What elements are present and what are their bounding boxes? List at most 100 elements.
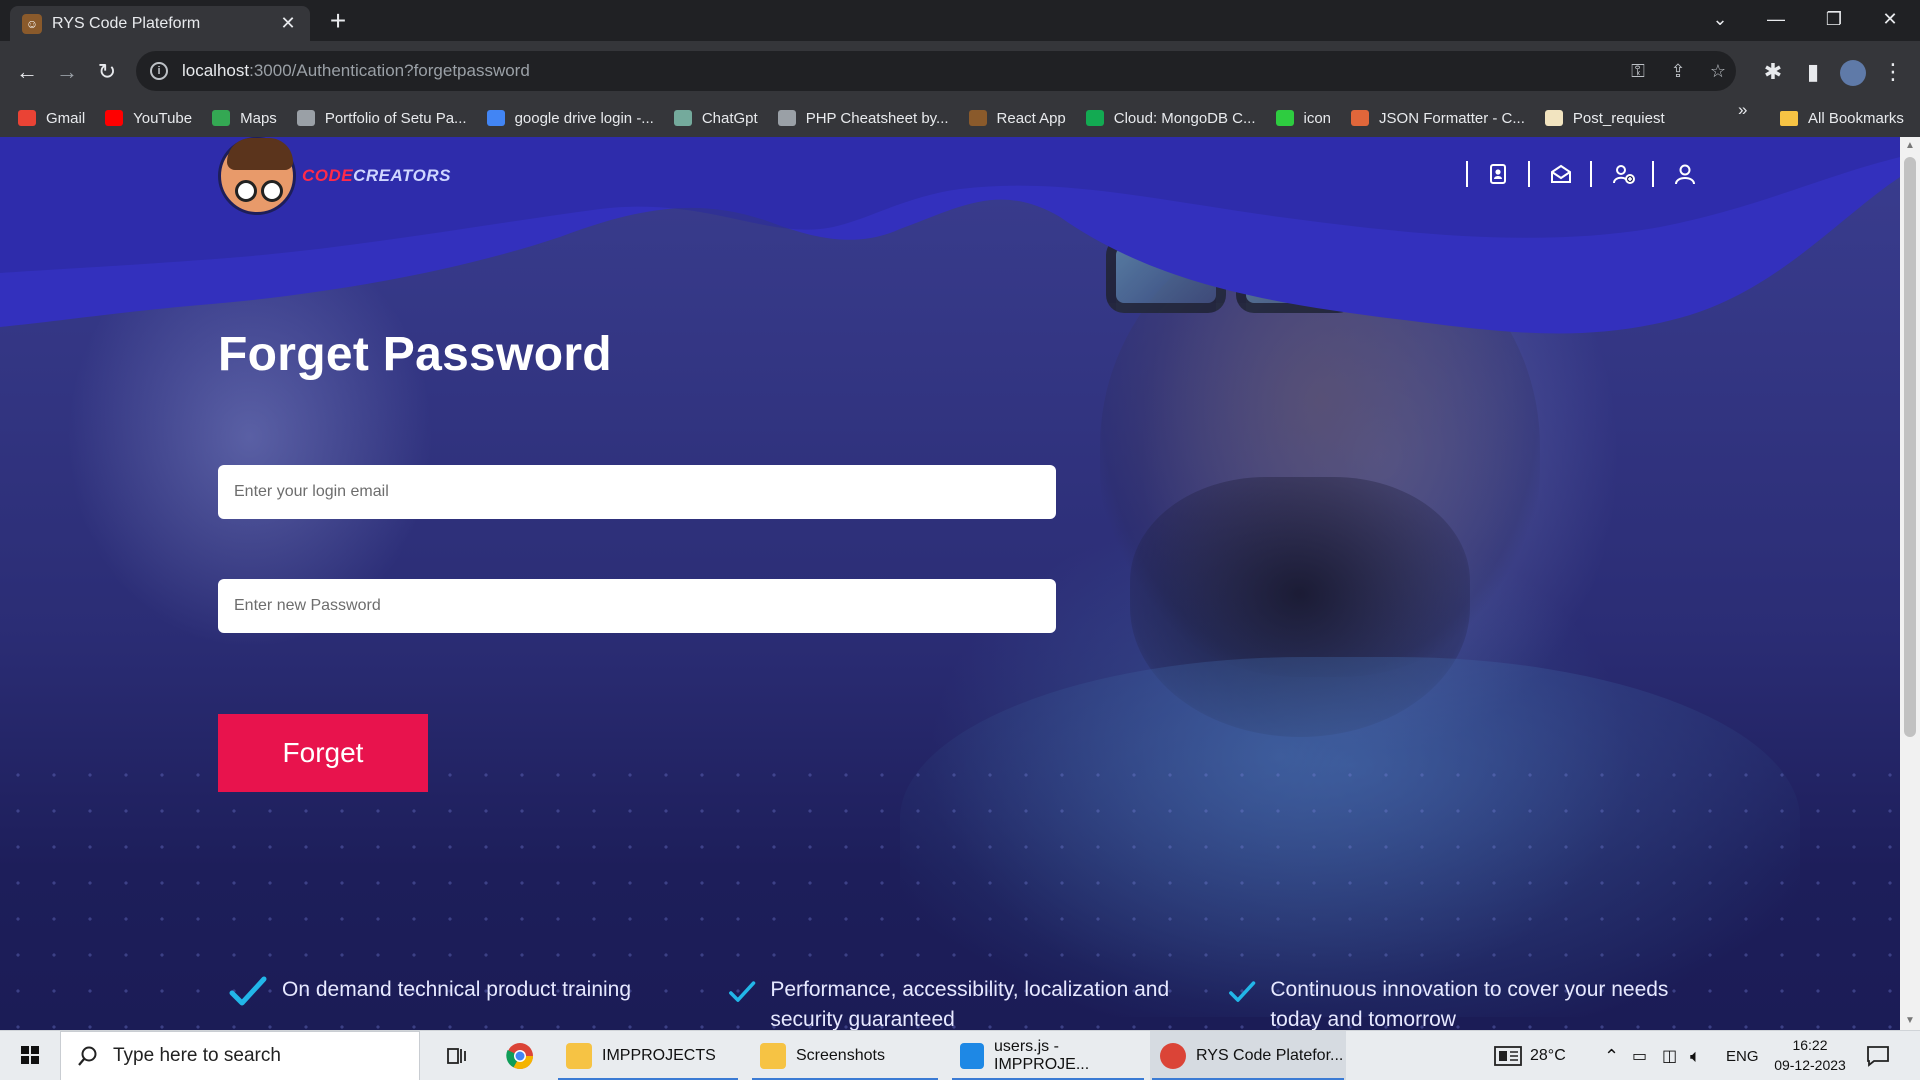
bookmark-item[interactable]: JSON Formatter - C... — [1351, 110, 1525, 127]
mail-icon[interactable] — [1550, 163, 1571, 185]
folder-icon — [566, 1043, 592, 1069]
new-tab-icon[interactable]: + — [322, 6, 354, 36]
volume-icon[interactable]: 🔈︎ — [1690, 1031, 1701, 1080]
network-icon[interactable]: ◫ — [1662, 1031, 1677, 1080]
bookmark-item[interactable]: PHP Cheatsheet by... — [777, 109, 949, 127]
bookmark-star-icon[interactable]: ☆ — [1704, 61, 1732, 81]
address-bar[interactable]: i localhost:3000/Authentication?forgetpa… — [136, 51, 1736, 91]
folder-icon — [760, 1043, 786, 1069]
profile-avatar[interactable] — [1836, 55, 1870, 89]
bookmark-item[interactable]: Cloud: MongoDB C... — [1085, 110, 1256, 127]
bookmark-label: icon — [1303, 109, 1332, 127]
bookmark-label: PHP Cheatsheet by... — [805, 109, 949, 127]
windows-start-icon[interactable] — [10, 1041, 50, 1071]
chrome-icon — [1160, 1043, 1186, 1069]
folder-icon — [1780, 110, 1798, 126]
scroll-down-icon[interactable]: ▼ — [1900, 1012, 1920, 1030]
restore-icon[interactable]: ❐ — [1814, 4, 1854, 34]
feature-text: Performance, accessibility, localization… — [770, 978, 1170, 1030]
tab-search-icon[interactable]: ⌄ — [1700, 4, 1740, 34]
tab-close-icon[interactable]: ✕ — [278, 13, 298, 34]
bookmark-item[interactable]: Portfolio of Setu Pa... — [296, 109, 467, 127]
taskbar-clock[interactable]: 16:22 09-12-2023 — [1770, 1035, 1850, 1075]
task-view-icon[interactable] — [432, 1031, 484, 1080]
reload-icon[interactable]: ↻ — [90, 55, 124, 89]
menu-kebab-icon[interactable]: ⋮ — [1876, 55, 1910, 89]
taskbar-app-label: Screenshots — [796, 1047, 885, 1064]
share-icon[interactable]: ⇪ — [1664, 61, 1692, 81]
scroll-up-icon[interactable]: ▲ — [1900, 137, 1920, 155]
nav-divider — [1652, 161, 1654, 187]
feature-item: Performance, accessibility, localization… — [728, 973, 1188, 1030]
json-icon — [1351, 110, 1370, 126]
globe-icon — [777, 110, 796, 126]
browser-tab-bar: ☺ RYS Code Plateform ✕ + ⌄ — ❐ ✕ — [0, 0, 1920, 41]
taskbar-search-input[interactable] — [113, 1045, 393, 1067]
language-indicator[interactable]: ENG — [1726, 1031, 1759, 1080]
page-icon — [1544, 110, 1563, 126]
vscode-icon — [960, 1043, 985, 1069]
contact-card-icon[interactable] — [1488, 163, 1508, 185]
taskbar-app-label: IMPPROJECTS — [602, 1047, 716, 1064]
check-icon — [229, 976, 267, 1006]
add-user-icon[interactable] — [1612, 163, 1635, 185]
url-host: localhost — [182, 61, 250, 80]
taskbar-app-screenshots[interactable]: Screenshots — [750, 1031, 940, 1080]
show-hidden-icons-icon[interactable]: ⌃ — [1604, 1031, 1619, 1080]
bookmark-item[interactable]: React App — [968, 110, 1066, 127]
weather-temp: 28°C — [1530, 1047, 1566, 1064]
all-bookmarks-button[interactable]: All Bookmarks — [1780, 100, 1904, 136]
nav-divider — [1466, 161, 1468, 187]
browser-tab[interactable]: ☺ RYS Code Plateform ✕ — [10, 6, 310, 41]
check-icon — [729, 981, 756, 1002]
icon-bookmark-icon — [1275, 110, 1294, 126]
bookmark-label: Post_requiest — [1572, 109, 1665, 127]
key-icon[interactable]: ⚿ — [1624, 61, 1652, 81]
page-title: Forget Password — [218, 328, 612, 381]
taskbar-search[interactable] — [60, 1031, 420, 1080]
search-icon — [78, 1046, 97, 1066]
clock-time: 16:22 — [1792, 1037, 1828, 1053]
taskbar-app-vscode[interactable]: users.js - IMPPROJE... — [950, 1031, 1146, 1080]
feature-text: Continuous innovation to cover your need… — [1270, 978, 1669, 1030]
bookmark-item[interactable]: Post_requiest — [1544, 109, 1665, 127]
more-bookmarks-icon[interactable]: » — [1738, 100, 1747, 120]
site-info-icon[interactable]: i — [150, 62, 168, 80]
nav-divider — [1528, 161, 1530, 187]
taskbar-app-impprojects[interactable]: IMPPROJECTS — [556, 1031, 740, 1080]
page-scrollbar[interactable]: ▲ ▼ — [1900, 137, 1920, 1030]
window-close-icon[interactable]: ✕ — [1870, 4, 1910, 34]
bookmark-item[interactable]: icon — [1275, 109, 1332, 127]
side-panel-icon[interactable]: ▮ — [1796, 55, 1830, 89]
bookmark-label: JSON Formatter - C... — [1379, 109, 1525, 127]
forget-button[interactable]: Forget — [218, 714, 428, 792]
bookmark-item[interactable]: ChatGpt — [673, 110, 758, 127]
bookmark-item[interactable]: Gmail — [18, 110, 85, 127]
extensions-icon[interactable]: ✱ — [1756, 55, 1790, 89]
youtube-icon — [105, 110, 124, 126]
email-input[interactable] — [218, 465, 1056, 519]
notifications-icon[interactable] — [1866, 1031, 1890, 1080]
feature-text: On demand technical product training — [282, 978, 632, 1001]
taskbar-app-chrome-window[interactable]: RYS Code Platefor... — [1150, 1031, 1346, 1080]
back-icon[interactable]: ← — [10, 55, 44, 89]
bookmark-label: google drive login -... — [514, 109, 654, 127]
battery-icon[interactable]: ▭ — [1632, 1031, 1647, 1080]
scrollbar-thumb[interactable] — [1904, 157, 1916, 737]
minimize-icon[interactable]: — — [1756, 4, 1796, 34]
feature-item: On demand technical product training — [228, 973, 688, 1013]
bookmark-item[interactable]: google drive login -... — [486, 109, 654, 127]
weather-widget[interactable]: 28°C — [1494, 1031, 1566, 1080]
site-logo[interactable]: CODECREATORS — [218, 137, 451, 215]
google-icon — [486, 110, 505, 126]
bookmark-label: Portfolio of Setu Pa... — [324, 109, 467, 127]
nav-divider — [1590, 161, 1592, 187]
bookmark-item[interactable]: YouTube — [105, 110, 192, 127]
chrome-taskbar-icon[interactable] — [492, 1031, 548, 1080]
new-password-input[interactable] — [218, 579, 1056, 633]
bookmark-item[interactable]: Maps — [212, 110, 277, 127]
forward-icon[interactable]: → — [50, 55, 84, 89]
user-icon[interactable] — [1674, 163, 1695, 185]
chatgpt-icon — [673, 110, 692, 126]
feature-item: Continuous innovation to cover your need… — [1228, 973, 1688, 1030]
